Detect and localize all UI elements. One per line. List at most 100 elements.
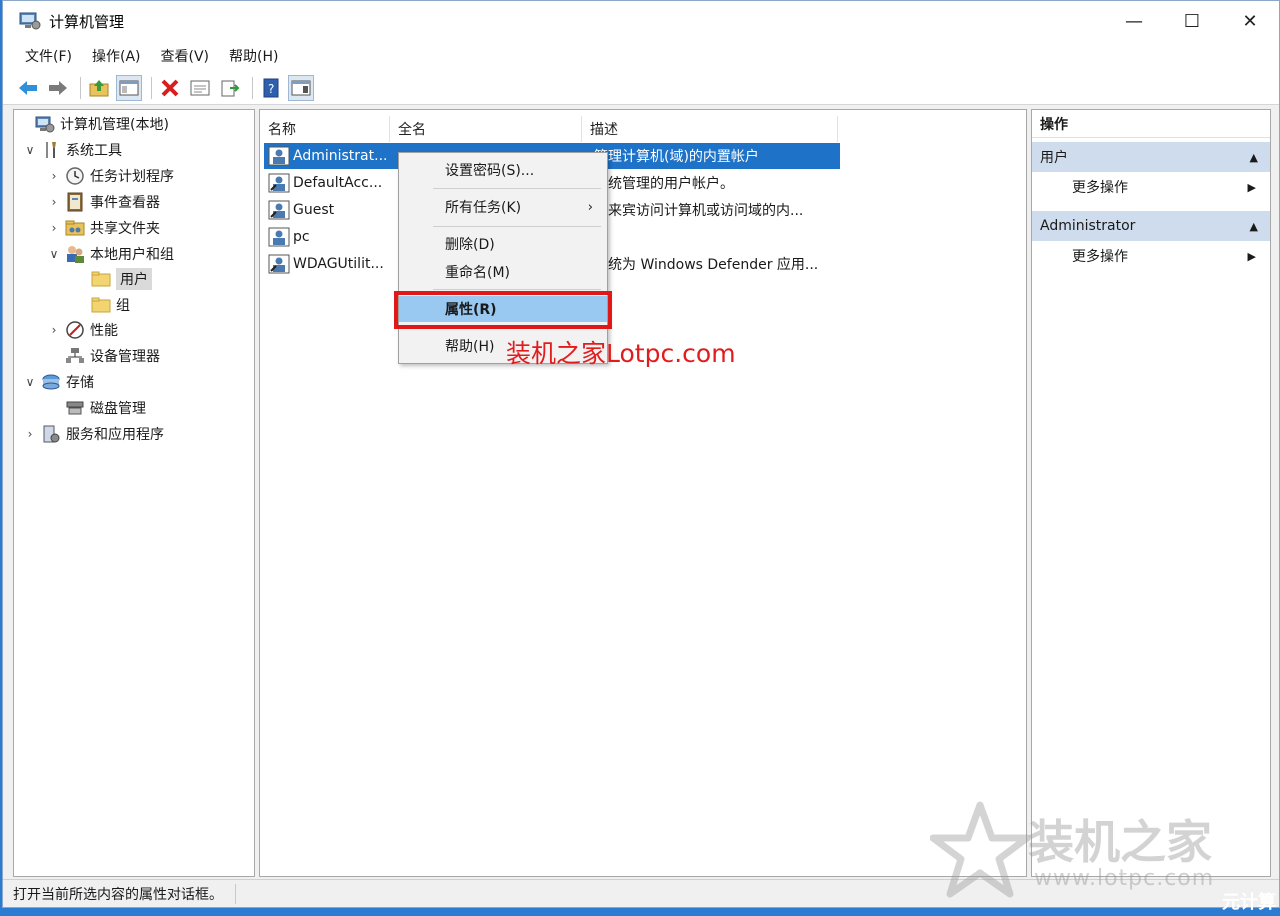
tree-label: 共享文件夹 bbox=[90, 221, 160, 237]
tree-label: 性能 bbox=[90, 323, 118, 339]
menu-help[interactable]: 帮助(H) bbox=[219, 46, 288, 66]
back-icon[interactable] bbox=[15, 75, 41, 101]
tree-item-local-users-groups[interactable]: ∨ 本地用户和组 bbox=[46, 242, 174, 266]
tree-item-disk-management[interactable]: 磁盘管理 bbox=[46, 396, 146, 420]
services-apps-icon bbox=[41, 424, 61, 444]
submenu-arrow-icon: ▶ bbox=[1247, 180, 1256, 194]
close-button[interactable]: ✕ bbox=[1221, 1, 1279, 41]
tree-item-device-manager[interactable]: 设备管理器 bbox=[46, 344, 160, 368]
collapse-chevron-icon[interactable]: ∨ bbox=[46, 247, 62, 261]
tree-item-groups[interactable]: 组 bbox=[72, 293, 130, 317]
show-action-pane-icon[interactable] bbox=[288, 74, 314, 101]
expand-chevron-icon[interactable]: › bbox=[46, 169, 62, 183]
menu-label: 所有任务(K) bbox=[445, 200, 522, 216]
expand-chevron-icon[interactable]: › bbox=[46, 221, 62, 235]
star-logo-icon bbox=[930, 801, 1030, 898]
tree-label: 服务和应用程序 bbox=[66, 427, 164, 443]
tree-label: 存储 bbox=[66, 375, 94, 391]
window-title: 计算机管理 bbox=[49, 12, 125, 31]
title-bar: 计算机管理 — ☐ ✕ bbox=[3, 1, 1279, 41]
tree-label: 任务计划程序 bbox=[90, 169, 174, 185]
user-list-pane: 名称 全名 描述 Administrat... 管理计算机(域)的内置帐户 De… bbox=[259, 109, 1027, 877]
tree-label: 系统工具 bbox=[66, 143, 122, 159]
more-actions-label: 更多操作 bbox=[1072, 180, 1128, 196]
tree-item-computer-management[interactable]: 计算机管理(本地) bbox=[16, 112, 169, 136]
actions-section-administrator[interactable]: Administrator ▲ bbox=[1032, 211, 1270, 241]
menu-item-rename[interactable]: 重命名(M) bbox=[399, 259, 607, 285]
watermark-url: www.lotpc.com bbox=[1034, 866, 1215, 891]
minimize-button[interactable]: — bbox=[1105, 1, 1163, 41]
tree-label: 事件查看器 bbox=[90, 195, 160, 211]
more-actions-users[interactable]: 更多操作 ▶ bbox=[1032, 173, 1270, 201]
menu-item-all-tasks[interactable]: 所有任务(K) › bbox=[399, 194, 607, 220]
menu-separator bbox=[433, 226, 601, 227]
column-header-name[interactable]: 名称 bbox=[260, 116, 390, 142]
tree-item-system-tools[interactable]: ∨ 系统工具 bbox=[22, 138, 122, 162]
tree-label: 组 bbox=[116, 298, 130, 314]
tree-label: 用户 bbox=[116, 268, 152, 290]
actions-section-users[interactable]: 用户 ▲ bbox=[1032, 142, 1270, 172]
expand-chevron-icon[interactable]: › bbox=[46, 323, 62, 337]
expand-chevron-icon[interactable]: › bbox=[22, 427, 38, 441]
navigation-tree: 计算机管理(本地) ∨ 系统工具 › 任务计划程序 › 事件查看器 › 共享文件… bbox=[13, 109, 255, 877]
tree-item-task-scheduler[interactable]: › 任务计划程序 bbox=[46, 164, 174, 188]
row-description: 系统为 Windows Defender 应用... bbox=[594, 257, 819, 273]
menu-separator bbox=[433, 289, 601, 290]
task-scheduler-icon bbox=[65, 166, 85, 186]
collapse-triangle-icon[interactable]: ▲ bbox=[1250, 151, 1258, 164]
menu-file[interactable]: 文件(F) bbox=[15, 46, 82, 66]
red-watermark-text: 装机之家Lotpc.com bbox=[506, 339, 736, 368]
more-actions-administrator[interactable]: 更多操作 ▶ bbox=[1032, 242, 1270, 270]
menu-item-set-password[interactable]: 设置密码(S)... bbox=[399, 157, 607, 183]
collapse-triangle-icon[interactable]: ▲ bbox=[1250, 220, 1258, 233]
submenu-arrow-icon: › bbox=[587, 199, 593, 215]
toolbar: ? bbox=[3, 71, 1279, 105]
menu-separator bbox=[433, 188, 601, 189]
shared-folders-icon bbox=[65, 218, 85, 238]
highlight-annotation-box bbox=[394, 291, 612, 329]
forward-icon[interactable] bbox=[45, 75, 71, 101]
column-header-description[interactable]: 描述 bbox=[582, 116, 838, 142]
show-tree-icon[interactable] bbox=[116, 74, 142, 101]
computer-management-icon bbox=[35, 114, 55, 134]
menu-label: 重命名(M) bbox=[445, 265, 511, 281]
tree-item-storage[interactable]: ∨ 存储 bbox=[22, 370, 94, 394]
toolbar-separator bbox=[151, 76, 152, 99]
menu-view[interactable]: 查看(V) bbox=[151, 46, 220, 66]
computer-management-window: 计算机管理 — ☐ ✕ 文件(F) 操作(A) 查看(V) 帮助(H) ? 计算… bbox=[2, 0, 1280, 908]
row-description: 系统管理的用户帐户。 bbox=[594, 176, 734, 192]
maximize-button[interactable]: ☐ bbox=[1163, 1, 1221, 41]
tree-item-performance[interactable]: › 性能 bbox=[46, 318, 118, 342]
local-users-groups-icon bbox=[65, 244, 85, 264]
menu-label: 帮助(H) bbox=[445, 339, 495, 355]
properties-icon[interactable] bbox=[187, 75, 213, 101]
svg-text:?: ? bbox=[268, 82, 274, 96]
disk-management-icon bbox=[65, 398, 85, 418]
toolbar-separator bbox=[252, 76, 253, 99]
export-icon[interactable] bbox=[217, 75, 243, 101]
up-folder-icon[interactable] bbox=[86, 75, 112, 101]
tree-label: 本地用户和组 bbox=[90, 247, 174, 263]
menu-item-delete[interactable]: 删除(D) bbox=[399, 231, 607, 257]
submenu-arrow-icon: ▶ bbox=[1247, 249, 1256, 263]
user-icon bbox=[268, 173, 290, 193]
tree-item-event-viewer[interactable]: › 事件查看器 bbox=[46, 190, 160, 214]
expand-chevron-icon[interactable]: › bbox=[46, 195, 62, 209]
tree-label: 磁盘管理 bbox=[90, 401, 146, 417]
row-description: 供来宾访问计算机或访问域的内... bbox=[594, 203, 804, 219]
column-header-full-name[interactable]: 全名 bbox=[390, 116, 582, 142]
collapse-chevron-icon[interactable]: ∨ bbox=[22, 375, 38, 389]
tree-item-shared-folders[interactable]: › 共享文件夹 bbox=[46, 216, 160, 240]
menu-action[interactable]: 操作(A) bbox=[82, 46, 151, 66]
user-icon bbox=[268, 146, 290, 166]
delete-icon[interactable] bbox=[157, 75, 183, 101]
collapse-chevron-icon[interactable]: ∨ bbox=[22, 143, 38, 157]
help-icon[interactable]: ? bbox=[258, 75, 284, 101]
section-title: 用户 bbox=[1040, 150, 1068, 166]
tree-item-users[interactable]: 用户 bbox=[72, 267, 152, 291]
tree-label: 计算机管理(本地) bbox=[60, 117, 169, 133]
menu-bar: 文件(F) 操作(A) 查看(V) 帮助(H) bbox=[3, 41, 1279, 71]
status-divider bbox=[235, 884, 236, 904]
tree-item-services-apps[interactable]: › 服务和应用程序 bbox=[22, 422, 164, 446]
menu-label: 删除(D) bbox=[445, 237, 495, 253]
